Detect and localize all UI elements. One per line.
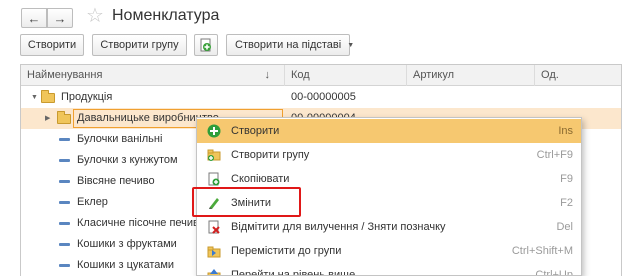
add-folder-icon (207, 148, 221, 162)
item-icon (59, 222, 70, 225)
item-icon (59, 243, 70, 246)
create-button-label: Створити (27, 39, 77, 51)
annotation-highlight-box (192, 187, 301, 217)
delete-mark-icon (207, 220, 221, 234)
row-name: Класичне пісочне печиво (77, 217, 205, 229)
menu-item-shortcut: F9 (560, 173, 573, 185)
plus-circle-icon (207, 124, 221, 138)
column-header-name[interactable]: Найменування ↓ (21, 65, 285, 86)
create-based-on-label: Створити на підставі (235, 39, 342, 51)
row-code: 00-00000005 (291, 91, 356, 103)
folder-icon (41, 90, 55, 103)
menu-item-label: Перемістити до групи (231, 245, 342, 257)
create-group-button-label: Створити групу (100, 39, 179, 51)
menu-item-shortcut: Ctrl+Up (535, 269, 573, 276)
menu-item-create-group[interactable]: Створити групу Ctrl+F9 (197, 143, 581, 167)
star-icon[interactable]: ☆ (86, 5, 104, 27)
expanded-triangle-icon[interactable]: ▼ (31, 87, 38, 108)
row-name: Вівсяне печиво (77, 175, 155, 187)
item-icon (59, 159, 70, 162)
menu-item-shortcut: Ctrl+F9 (536, 149, 573, 161)
copy-icon (207, 172, 221, 186)
column-header-unit-label: Од. (541, 69, 559, 81)
menu-item-label: Створити групу (231, 149, 310, 161)
item-icon (59, 138, 70, 141)
page-title: Номенклатура (112, 7, 220, 24)
row-name: Булочки з кунжутом (77, 154, 178, 166)
move-to-group-icon (207, 244, 221, 258)
menu-item-level-up[interactable]: Перейти на рівень вище Ctrl+Up (197, 263, 581, 276)
add-group-button[interactable] (194, 34, 218, 56)
table-header: Найменування ↓ Код Артикул Од. (21, 65, 621, 86)
item-icon (59, 180, 70, 183)
menu-item-shortcut: Ctrl+Shift+M (511, 245, 573, 257)
column-header-article-label: Артикул (413, 69, 455, 81)
row-name: Булочки ванільні (77, 133, 163, 145)
menu-item-label: Відмітити для вилучення / Зняти позначку (231, 221, 446, 233)
folder-icon (57, 111, 71, 124)
create-based-on-dropdown[interactable]: Створити на підставі ▼ (226, 34, 354, 56)
row-name: Кошики з фруктами (77, 238, 177, 250)
toolbar: Створити Створити групу Створити на підс… (0, 34, 642, 62)
menu-item-move-to-group[interactable]: Перемістити до групи Ctrl+Shift+M (197, 239, 581, 263)
arrow-left-icon: ← (27, 10, 41, 26)
back-button[interactable]: ← (21, 8, 47, 28)
create-group-button[interactable]: Створити групу (92, 34, 187, 56)
collapsed-triangle-icon[interactable]: ▶ (45, 108, 50, 129)
menu-item-shortcut: F2 (560, 197, 573, 209)
create-button[interactable]: Створити (20, 34, 84, 56)
arrow-right-icon: → (53, 10, 67, 26)
forward-button[interactable]: → (47, 8, 73, 28)
title-bar: ← → ☆ Номенклатура (0, 0, 642, 34)
add-group-icon (200, 38, 211, 52)
menu-item-shortcut: Ins (558, 125, 573, 137)
chevron-down-icon: ▼ (347, 41, 355, 49)
menu-item-mark-delete[interactable]: Відмітити для вилучення / Зняти позначку… (197, 215, 581, 239)
menu-item-shortcut: Del (556, 221, 573, 233)
menu-item-label: Перейти на рівень вище (231, 269, 356, 276)
sort-desc-icon: ↓ (264, 69, 271, 81)
column-header-unit[interactable]: Од. (535, 65, 621, 86)
row-name: Продукція (61, 91, 113, 103)
menu-item-create[interactable]: Створити Ins (197, 119, 581, 143)
table-row[interactable]: ▼ Продукція 00-00000005 (21, 87, 621, 108)
row-name: Кошики з цукатами (77, 259, 175, 271)
item-icon (59, 201, 70, 204)
column-header-article[interactable]: Артикул (407, 65, 535, 86)
item-icon (59, 264, 70, 267)
column-header-code-label: Код (291, 69, 310, 81)
column-header-name-label: Найменування (27, 69, 103, 81)
level-up-icon (207, 268, 221, 275)
menu-item-label: Створити (231, 125, 280, 137)
column-header-code[interactable]: Код (285, 65, 407, 86)
row-name: Еклер (77, 196, 108, 208)
